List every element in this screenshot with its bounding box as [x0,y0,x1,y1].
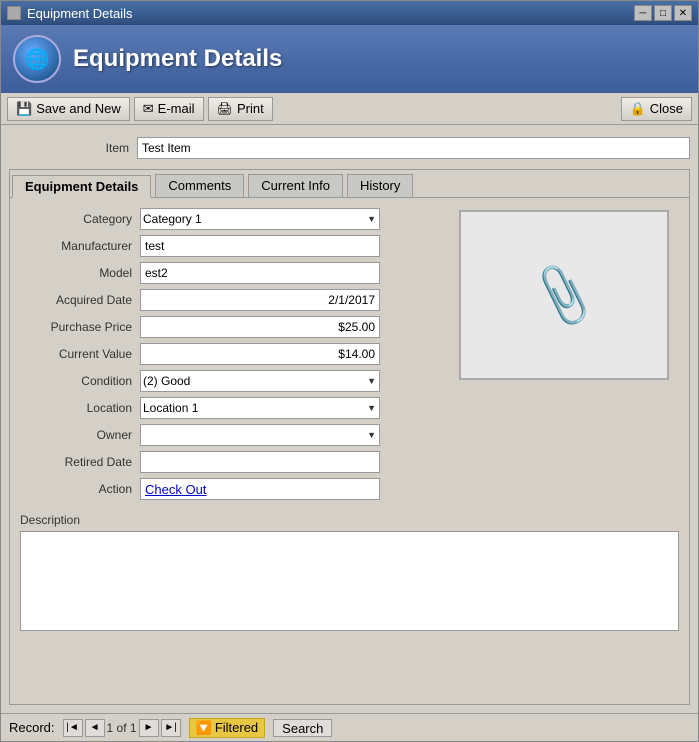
item-input[interactable] [137,137,690,159]
condition-select[interactable]: (1) Poor (2) Good (3) Excellent [140,370,380,392]
tab-equipment-details[interactable]: Equipment Details [12,175,151,198]
filtered-icon: 🔽 [196,720,212,735]
description-section: Description [20,513,679,634]
description-label: Description [20,513,679,527]
paperclip-icon: 📎 [528,260,600,331]
close-icon: 🔒 [630,101,646,117]
email-label: E-mail [158,101,195,116]
item-row: Item [9,133,690,163]
category-select[interactable]: Category 1 Category 2 Category 3 [140,208,380,230]
tab-strip: Equipment Details Comments Current Info … [10,170,689,198]
current-value-input[interactable] [140,343,380,365]
print-label: Print [237,101,264,116]
retired-date-label: Retired Date [20,455,140,469]
owner-label: Owner [20,428,140,442]
manufacturer-row: Manufacturer [20,235,447,257]
location-label: Location [20,401,140,415]
tab-comments[interactable]: Comments [155,174,244,197]
title-bar-controls: ─ □ ✕ [634,5,692,21]
item-label: Item [9,141,129,155]
owner-select-wrapper [140,424,380,446]
first-record-button[interactable]: |◄ [63,719,83,737]
tab-history[interactable]: History [347,174,413,197]
location-select-wrapper: Location 1 Location 2 Location 3 [140,397,380,419]
acquired-date-label: Acquired Date [20,293,140,307]
print-button[interactable]: 🖨 Print [208,97,273,121]
tab-left-form: Category Category 1 Category 2 Category … [20,208,447,505]
condition-row: Condition (1) Poor (2) Good (3) Excellen… [20,370,447,392]
email-icon: ✉ [143,101,154,117]
condition-select-wrapper: (1) Poor (2) Good (3) Excellent [140,370,380,392]
location-select[interactable]: Location 1 Location 2 Location 3 [140,397,380,419]
minimize-button[interactable]: ─ [634,5,652,21]
tab-right-image: 📎 [459,208,679,505]
acquired-date-row: Acquired Date [20,289,447,311]
action-label: Action [20,482,140,496]
header-title: Equipment Details [73,45,282,73]
retired-date-input[interactable] [140,451,380,473]
retired-date-row: Retired Date [20,451,447,473]
owner-row: Owner [20,424,447,446]
content-area: Item Equipment Details Comments Current … [1,125,698,713]
category-label: Category [20,212,140,226]
toolbar: 💾 Save and New ✉ E-mail 🖨 Print 🔒 Close [1,93,698,125]
action-field: Check Out [140,478,380,500]
header-icon: 🌐 [13,35,61,83]
tabs-container: Equipment Details Comments Current Info … [9,169,690,705]
header: 🌐 Equipment Details [1,25,698,93]
navigation-controls: |◄ ◄ 1 of 1 ► ►| [63,719,181,737]
email-button[interactable]: ✉ E-mail [134,97,204,121]
acquired-date-input[interactable] [140,289,380,311]
check-out-link[interactable]: Check Out [145,482,206,497]
tab-main: Category Category 1 Category 2 Category … [20,208,679,505]
filtered-label: Filtered [215,720,258,735]
condition-label: Condition [20,374,140,388]
next-record-button[interactable]: ► [139,719,159,737]
current-value-row: Current Value [20,343,447,365]
print-icon: 🖨 [217,101,234,117]
search-label: Search [282,721,323,736]
save-and-new-label: Save and New [36,101,121,116]
manufacturer-label: Manufacturer [20,239,140,253]
prev-record-button[interactable]: ◄ [85,719,105,737]
title-bar: Equipment Details ─ □ ✕ [1,1,698,25]
window-icon [7,6,21,20]
tab-current-info[interactable]: Current Info [248,174,343,197]
window-title: Equipment Details [27,6,133,21]
image-box: 📎 [459,210,669,380]
main-window: Equipment Details ─ □ ✕ 🌐 Equipment Deta… [0,0,699,742]
model-row: Model [20,262,447,284]
owner-select[interactable] [140,424,380,446]
purchase-price-label: Purchase Price [20,320,140,334]
manufacturer-input[interactable] [140,235,380,257]
close-label: Close [650,101,683,116]
last-record-button[interactable]: ►| [161,719,181,737]
save-and-new-button[interactable]: 💾 Save and New [7,97,130,121]
restore-button[interactable]: □ [654,5,672,21]
current-value-label: Current Value [20,347,140,361]
tab-content-equipment-details: Category Category 1 Category 2 Category … [10,198,689,704]
purchase-price-input[interactable] [140,316,380,338]
action-row: Action Check Out [20,478,447,500]
category-select-wrapper: Category 1 Category 2 Category 3 [140,208,380,230]
model-input[interactable] [140,262,380,284]
close-button[interactable]: 🔒 Close [621,97,692,121]
status-bar: Record: |◄ ◄ 1 of 1 ► ►| 🔽 Filtered Sear… [1,713,698,741]
model-label: Model [20,266,140,280]
category-row: Category Category 1 Category 2 Category … [20,208,447,230]
location-row: Location Location 1 Location 2 Location … [20,397,447,419]
save-icon: 💾 [16,101,32,117]
search-button[interactable]: Search [273,719,332,737]
record-count: 1 of 1 [107,721,137,735]
record-prefix: Record: [9,720,55,735]
purchase-price-row: Purchase Price [20,316,447,338]
description-textarea[interactable] [20,531,679,631]
filtered-badge[interactable]: 🔽 Filtered [189,718,266,738]
title-bar-left: Equipment Details [7,6,133,21]
close-window-button[interactable]: ✕ [674,5,692,21]
